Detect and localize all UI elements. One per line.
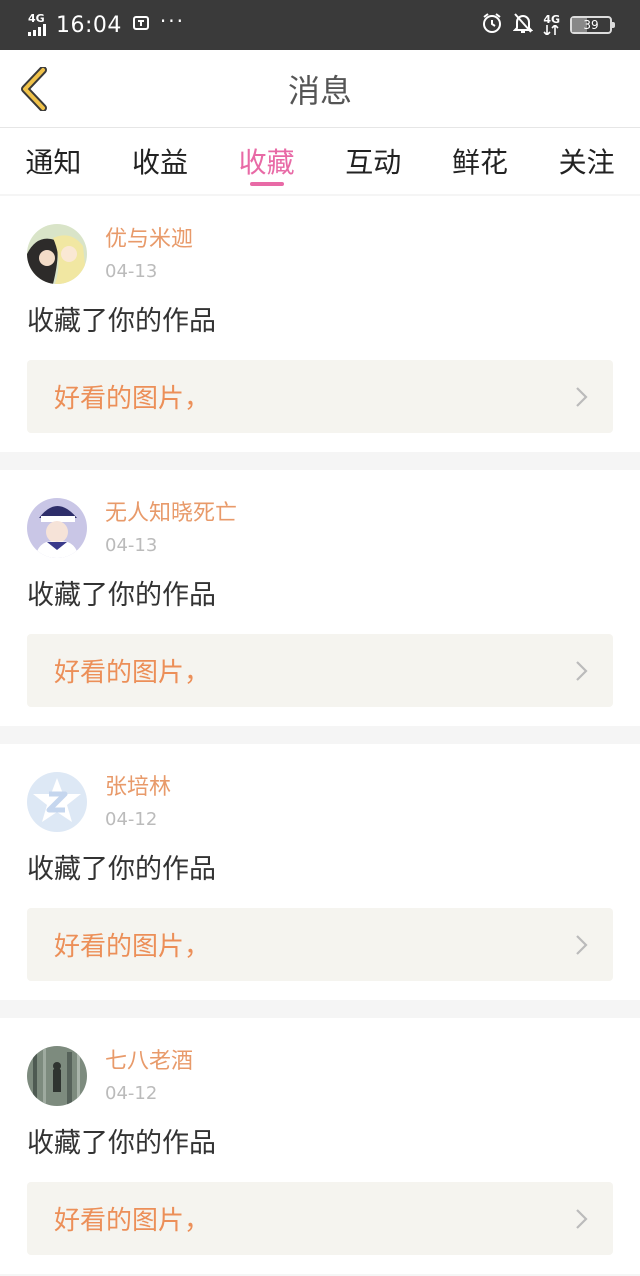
status-left: 4G 16:04 ···: [28, 9, 185, 38]
tab-label: 互动: [345, 146, 402, 179]
back-button[interactable]: [16, 67, 52, 111]
list-item: 无人知晓死亡 04-13 收藏了你的作品 好看的图片，: [0, 470, 640, 726]
more-notifications-icon: ···: [159, 9, 185, 33]
tab-notifications[interactable]: 通知: [0, 128, 107, 194]
avatar[interactable]: [27, 772, 87, 832]
tab-follows[interactable]: 关注: [533, 128, 640, 194]
page-title: 消息: [287, 71, 352, 110]
timestamp: 04-13: [105, 261, 158, 282]
tab-label: 收益: [131, 146, 188, 179]
work-link[interactable]: 好看的图片，: [27, 908, 613, 981]
work-link[interactable]: 好看的图片，: [27, 1182, 613, 1255]
avatar[interactable]: [27, 1046, 87, 1106]
username[interactable]: 张培林: [105, 774, 171, 802]
tab-label: 收藏: [238, 146, 295, 179]
battery-icon: 39: [570, 16, 615, 34]
tab-label: 鲜花: [451, 146, 508, 179]
username[interactable]: 优与米迦: [105, 226, 193, 254]
chevron-right-icon: [576, 934, 588, 955]
mute-bell-icon: [512, 12, 534, 38]
tab-favorites[interactable]: 收藏: [213, 128, 320, 194]
message-feed: 优与米迦 04-13 收藏了你的作品 好看的图片， 无人知晓死亡 04-13 收…: [0, 196, 640, 1276]
tab-label: 关注: [558, 146, 615, 179]
tab-label: 通知: [25, 146, 82, 179]
work-link[interactable]: 好看的图片，: [27, 634, 613, 707]
alarm-icon: [481, 12, 503, 38]
avatar[interactable]: [27, 498, 87, 558]
chevron-right-icon: [576, 386, 588, 407]
battery-level: 39: [583, 18, 599, 32]
username[interactable]: 七八老酒: [105, 1048, 193, 1076]
network-type: 4G: [28, 12, 45, 25]
chevron-right-icon: [576, 660, 588, 681]
list-item: 优与米迦 04-13 收藏了你的作品 好看的图片，: [0, 196, 640, 452]
chevron-right-icon: [576, 1208, 588, 1229]
list-item: 七八老酒 04-12 收藏了你的作品 好看的图片，: [0, 1018, 640, 1274]
work-title: 好看的图片，: [54, 384, 211, 414]
work-title: 好看的图片，: [54, 1206, 211, 1236]
notification-app-icon: [132, 14, 150, 36]
tab-flowers[interactable]: 鲜花: [427, 128, 534, 194]
action-text: 收藏了你的作品: [27, 1128, 216, 1159]
action-text: 收藏了你的作品: [27, 580, 216, 611]
timestamp: 04-13: [105, 535, 158, 556]
tab-earnings[interactable]: 收益: [107, 128, 214, 194]
status-right: 4G 39: [481, 12, 615, 38]
list-item: 张培林 04-12 收藏了你的作品 好看的图片，: [0, 744, 640, 1000]
work-title: 好看的图片，: [54, 932, 211, 962]
mobile-data-icon: 4G: [543, 14, 560, 35]
avatar[interactable]: [27, 224, 87, 284]
active-tab-indicator: [249, 182, 284, 186]
back-arrow-icon: [21, 67, 47, 111]
status-bar: 4G 16:04 ··· 4G 39: [0, 0, 640, 50]
timestamp: 04-12: [105, 1083, 158, 1104]
signal-icon: 4G: [28, 12, 46, 36]
tab-bar: 通知 收益 收藏 互动 鲜花 关注: [0, 128, 640, 194]
work-title: 好看的图片，: [54, 658, 211, 688]
action-text: 收藏了你的作品: [27, 854, 216, 885]
tab-interactions[interactable]: 互动: [320, 128, 427, 194]
timestamp: 04-12: [105, 809, 158, 830]
nav-header: 消息: [0, 50, 640, 128]
action-text: 收藏了你的作品: [27, 306, 216, 337]
clock-time: 16:04: [56, 12, 122, 38]
work-link[interactable]: 好看的图片，: [27, 360, 613, 433]
username[interactable]: 无人知晓死亡: [105, 500, 237, 528]
